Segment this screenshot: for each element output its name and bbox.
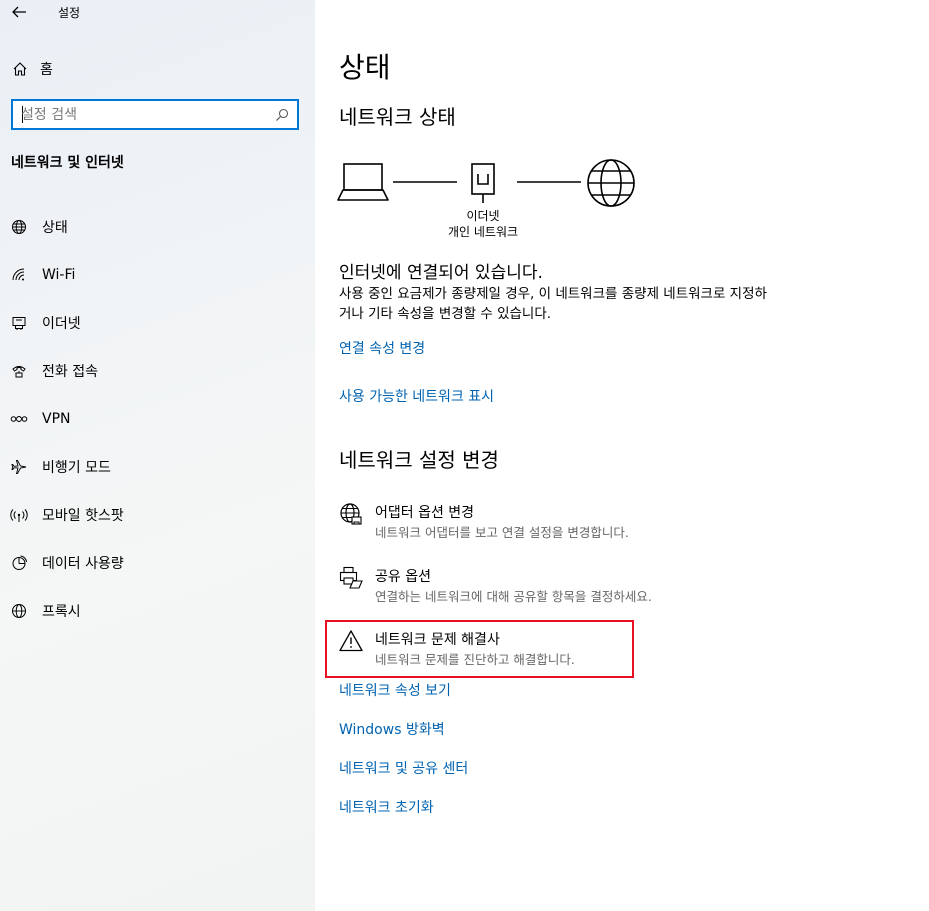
home-nav-item[interactable]: 홈 [12, 58, 53, 80]
back-button[interactable] [10, 3, 30, 21]
sidebar-item-airplane[interactable]: 비행기 모드 [0, 443, 315, 491]
change-connection-properties-link[interactable]: 연결 속성 변경 [339, 338, 425, 358]
ethernet-icon [10, 314, 28, 332]
option-title: 어댑터 옵션 변경 [375, 505, 475, 521]
option-title: 네트워크 문제 해결사 [375, 632, 500, 648]
sidebar-item-label: 프록시 [42, 604, 81, 620]
page-title: 상태 [339, 51, 391, 84]
sidebar-item-proxy[interactable]: 프록시 [0, 587, 315, 635]
sidebar-item-ethernet[interactable]: 이더넷 [0, 299, 315, 347]
internet-globe-icon [587, 159, 635, 207]
show-available-networks-link[interactable]: 사용 가능한 네트워크 표시 [339, 386, 494, 406]
sidebar-item-label: 모바일 핫스팟 [42, 508, 124, 524]
warning-icon [339, 630, 363, 652]
sidebar: 설정 홈 네트워크 및 인터넷 상태 Wi-Fi [0, 0, 315, 911]
connector-line [393, 181, 457, 183]
home-icon [13, 62, 27, 76]
network-profile-label: 개인 네트워크 [447, 225, 519, 239]
network-sharing-center-link[interactable]: 네트워크 및 공유 센터 [339, 758, 468, 778]
sidebar-item-data-usage[interactable]: 데이터 사용량 [0, 539, 315, 587]
sidebar-item-hotspot[interactable]: 모바일 핫스팟 [0, 491, 315, 539]
status-globe-icon [10, 218, 28, 236]
option-desc: 네트워크 문제를 진단하고 해결합니다. [375, 652, 575, 667]
search-box[interactable] [11, 99, 299, 130]
back-arrow-icon [12, 6, 26, 18]
search-icon[interactable] [275, 108, 289, 122]
app-title: 설정 [58, 6, 81, 20]
sidebar-item-label: VPN [42, 411, 71, 427]
search-input[interactable] [21, 105, 271, 124]
sidebar-item-status[interactable]: 상태 [0, 203, 315, 251]
connection-status-desc: 사용 중인 요금제가 종량제일 경우, 이 네트워크를 종량제 네트워크로 지정… [339, 286, 767, 322]
network-diagram: 이더넷 개인 네트워크 [337, 158, 637, 243]
ethernet-port-icon [471, 163, 495, 203]
adapter-globe-icon [340, 503, 362, 525]
sidebar-item-vpn[interactable]: VPN [0, 395, 315, 443]
proxy-globe-icon [10, 602, 28, 620]
connector-line [517, 181, 581, 183]
option-desc: 네트워크 어댑터를 보고 연결 설정을 변경합니다. [375, 525, 629, 540]
sidebar-nav: 상태 Wi-Fi 이더넷 전화 접속 VPN 비행기 모드 모바일 핫스팟 데이… [0, 203, 315, 635]
connection-status-text: 인터넷에 연결되어 있습니다. [339, 263, 543, 283]
sidebar-item-dialup[interactable]: 전화 접속 [0, 347, 315, 395]
home-label: 홈 [40, 62, 53, 78]
view-network-properties-link[interactable]: 네트워크 속성 보기 [339, 680, 451, 700]
wifi-icon [10, 266, 28, 284]
network-reset-link[interactable]: 네트워크 초기화 [339, 797, 434, 817]
sharing-printer-icon [339, 566, 363, 589]
sidebar-item-wifi[interactable]: Wi-Fi [0, 251, 315, 299]
airplane-icon [10, 458, 28, 476]
vpn-icon [10, 410, 28, 428]
dialup-icon [10, 362, 28, 380]
network-status-heading: 네트워크 상태 [339, 105, 456, 129]
sharing-options-item[interactable]: 공유 옵션 연결하는 네트워크에 대해 공유할 항목을 결정하세요. [339, 566, 679, 614]
title-bar: 설정 [0, 0, 315, 26]
sidebar-item-label: 데이터 사용량 [42, 556, 124, 572]
main-content: 상태 네트워크 상태 이더넷 개인 네트워크 인터넷에 연결되어 있습니다. 사… [315, 0, 929, 911]
windows-firewall-link[interactable]: Windows 방화벽 [339, 719, 445, 739]
sidebar-item-label: Wi-Fi [42, 267, 76, 283]
option-desc: 연결하는 네트워크에 대해 공유할 항목을 결정하세요. [375, 589, 652, 604]
network-troubleshooter-item[interactable]: 네트워크 문제 해결사 네트워크 문제를 진단하고 해결합니다. [339, 629, 679, 677]
sidebar-item-label: 상태 [42, 220, 68, 236]
data-usage-icon [10, 554, 28, 572]
option-title: 공유 옵션 [375, 569, 431, 585]
change-settings-heading: 네트워크 설정 변경 [339, 448, 499, 472]
laptop-icon [337, 163, 389, 201]
connection-type-label: 이더넷 [466, 209, 500, 223]
hotspot-icon [10, 506, 28, 524]
sidebar-item-label: 비행기 모드 [42, 460, 111, 476]
sidebar-item-label: 이더넷 [42, 316, 81, 332]
section-title: 네트워크 및 인터넷 [11, 155, 124, 171]
sidebar-item-label: 전화 접속 [42, 364, 98, 380]
adapter-options-item[interactable]: 어댑터 옵션 변경 네트워크 어댑터를 보고 연결 설정을 변경합니다. [339, 502, 679, 550]
